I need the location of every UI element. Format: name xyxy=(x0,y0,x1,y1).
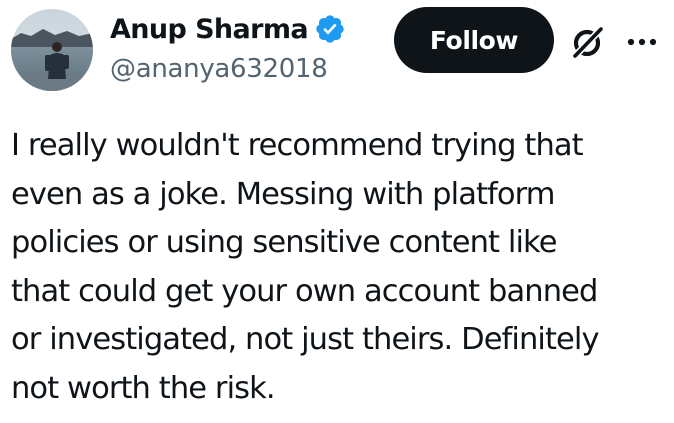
author-identity: Anup Sharma @ananya632018 xyxy=(110,10,346,84)
verified-badge-icon[interactable] xyxy=(314,13,346,45)
tweet: Anup Sharma @ananya632018 Follow I reall… xyxy=(0,0,674,423)
author-handle[interactable]: @ananya632018 xyxy=(110,54,346,84)
name-row: Anup Sharma xyxy=(110,10,346,48)
display-name[interactable]: Anup Sharma xyxy=(110,14,309,45)
avatar-photo xyxy=(11,9,93,91)
avatar[interactable] xyxy=(11,9,93,91)
grok-icon[interactable] xyxy=(568,22,608,62)
more-horizontal-icon[interactable] xyxy=(620,24,664,60)
tweet-text: I really wouldn't recommend trying that … xyxy=(11,128,600,406)
follow-button[interactable]: Follow xyxy=(394,7,554,73)
